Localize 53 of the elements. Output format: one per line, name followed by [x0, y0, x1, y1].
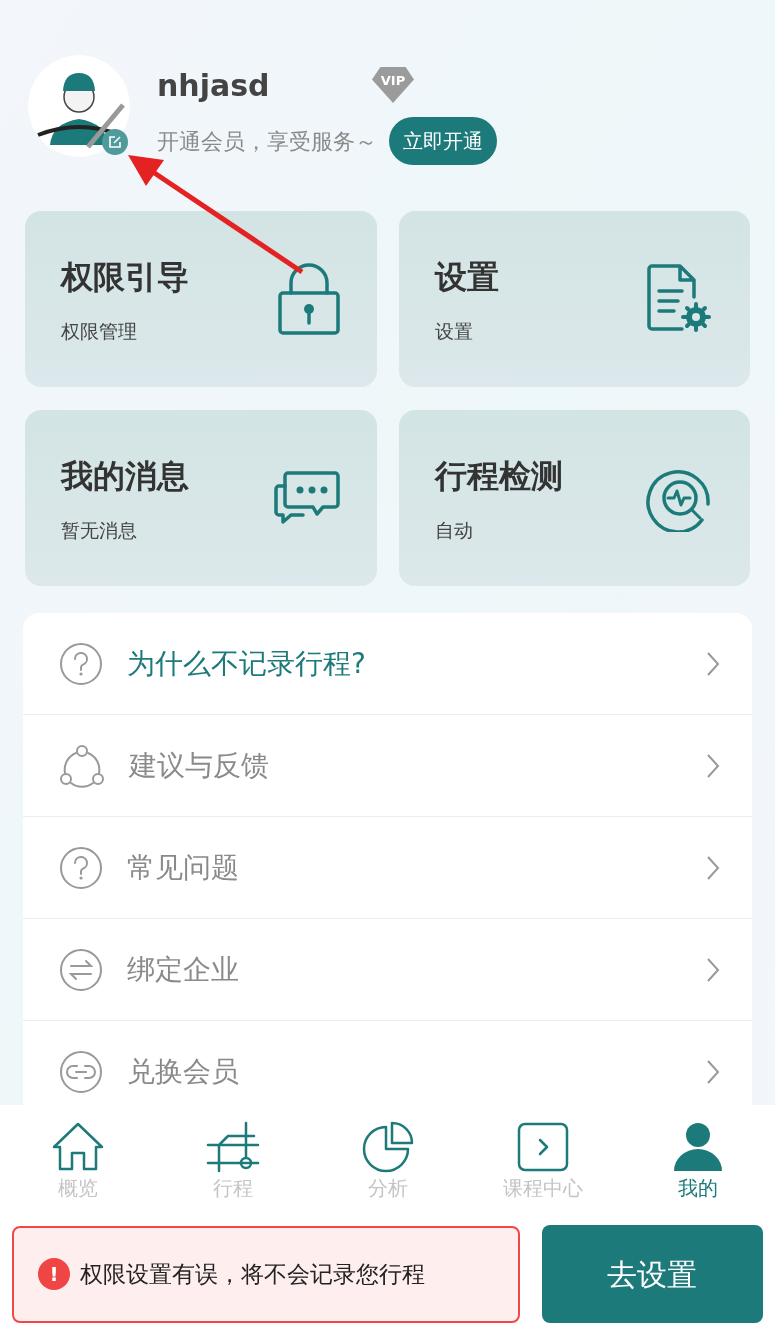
error-icon: !	[38, 1258, 70, 1290]
tab-bar-item[interactable]: 我的	[622, 1121, 773, 1223]
menu-label: 绑定企业	[127, 951, 240, 988]
chevron-icon	[706, 1058, 720, 1085]
question-icon	[59, 845, 103, 890]
pie-chart-icon	[360, 1121, 415, 1173]
card-title: 权限引导	[61, 256, 189, 298]
avatar[interactable]	[28, 55, 130, 157]
menu-item[interactable]: 为什么不记录行程?	[23, 613, 752, 715]
chevron-icon	[706, 956, 720, 983]
chevron-icon	[706, 854, 720, 881]
feature-card[interactable]: 设置 设置	[398, 211, 750, 387]
edit-icon[interactable]	[102, 129, 128, 155]
play-box-icon	[515, 1121, 570, 1173]
card-title: 设置	[434, 256, 499, 298]
feature-card[interactable]: 行程检测 自动	[398, 410, 750, 586]
activate-button[interactable]: 立即开通	[389, 117, 497, 165]
card-subtitle: 暂无消息	[61, 517, 138, 543]
chat-bubbles-icon	[272, 470, 341, 526]
lock-icon	[276, 261, 341, 337]
tab-label: 我的	[677, 1175, 718, 1202]
route-icon	[205, 1121, 260, 1173]
error-message: 权限设置有误，将不会记录您行程	[80, 1259, 425, 1289]
menu-item[interactable]: 绑定企业	[23, 919, 752, 1021]
card-subtitle: 权限管理	[61, 318, 138, 344]
share-icon	[59, 743, 105, 788]
feature-card[interactable]: 我的消息 暂无消息	[25, 410, 377, 586]
menu-label: 兑换会员	[127, 1053, 240, 1090]
menu-item[interactable]: 常见问题	[23, 817, 752, 919]
chevron-icon	[706, 650, 720, 677]
chevron-icon	[706, 752, 720, 779]
menu-label: 为什么不记录行程?	[127, 645, 367, 682]
card-title: 行程检测	[434, 455, 563, 497]
question-icon	[59, 641, 103, 686]
username: nhjasd	[157, 66, 271, 105]
menu-label: 建议与反馈	[129, 747, 270, 784]
vip-badge: VIP	[372, 67, 414, 103]
card-subtitle: 设置	[434, 318, 474, 344]
settings-button[interactable]: 去设置	[541, 1225, 763, 1323]
menu-item[interactable]: 建议与反馈	[23, 715, 752, 817]
tab-label: 分析	[367, 1175, 408, 1202]
tab-label: 概览	[57, 1175, 98, 1202]
exchange-icon	[59, 947, 103, 992]
tab-label: 行程	[212, 1175, 253, 1202]
home-icon	[50, 1121, 105, 1173]
link-icon	[59, 1049, 103, 1094]
feature-card[interactable]: 权限引导 权限管理	[25, 211, 377, 387]
menu-label: 常见问题	[127, 849, 240, 886]
card-title: 我的消息	[61, 455, 189, 497]
membership-tagline: 开通会员，享受服务～	[157, 127, 377, 156]
tab-label: 课程中心	[502, 1175, 583, 1202]
card-subtitle: 自动	[434, 517, 474, 543]
document-gear-icon	[646, 263, 714, 335]
